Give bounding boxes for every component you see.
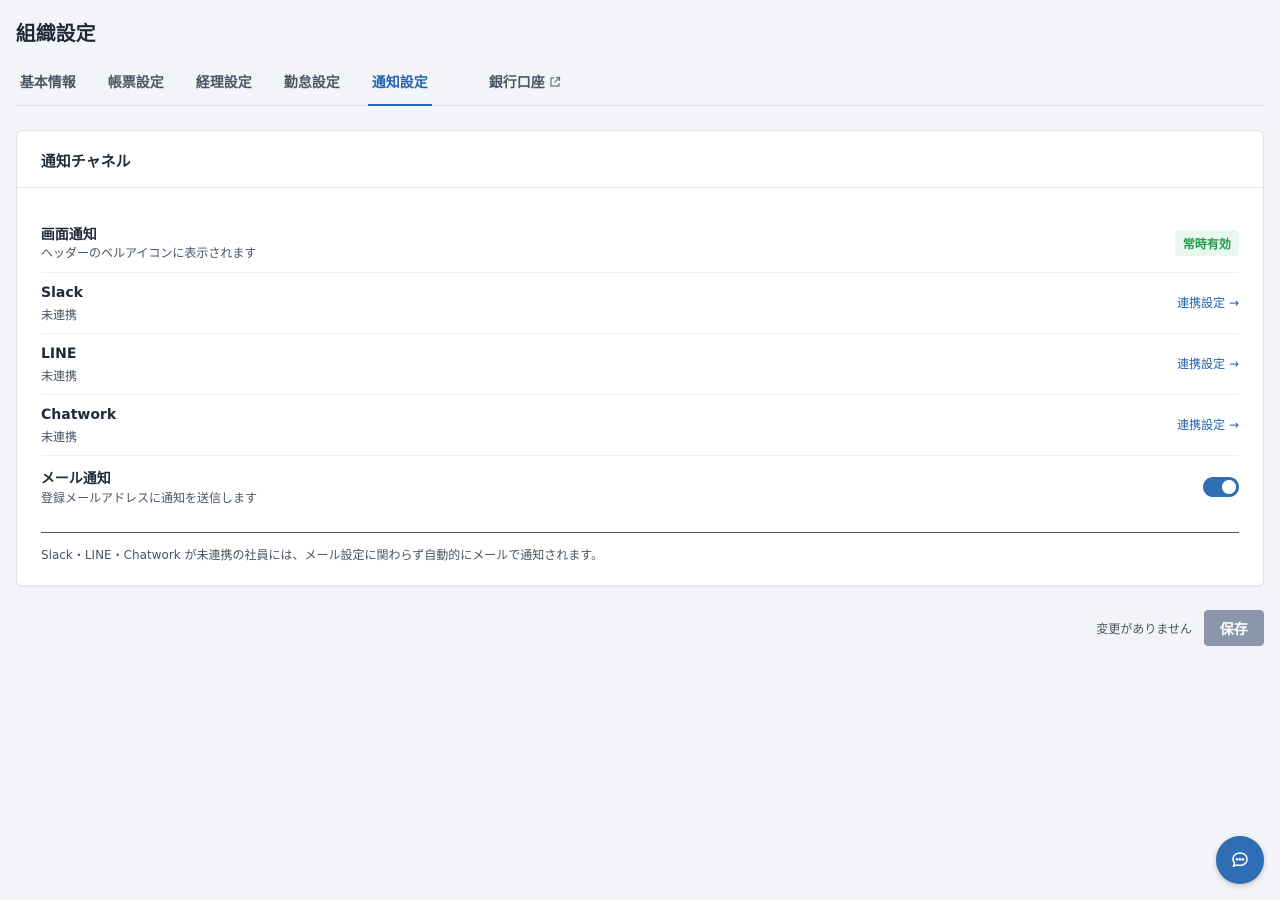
always-enabled-badge: 常時有効 bbox=[1174, 230, 1239, 256]
channel-name: LINE bbox=[41, 346, 77, 362]
channel-row-line: LINE 未連携 連携設定 → bbox=[41, 334, 1239, 395]
channel-name: Chatwork bbox=[41, 407, 117, 423]
channel-list: 画面通知 ヘッダーのベルアイコンに表示されます 常時有効 Slack 未連携 連… bbox=[41, 213, 1239, 517]
channel-row-screen: 画面通知 ヘッダーのベルアイコンに表示されます 常時有効 bbox=[41, 213, 1239, 273]
card-title: 通知チャネル bbox=[41, 152, 131, 170]
channel-desc: 未連携 bbox=[41, 369, 78, 383]
tab-bank-account-label: 銀行口座 bbox=[489, 75, 545, 91]
tab-notifications[interactable]: 通知設定 bbox=[368, 63, 432, 106]
fallback-note: Slack・LINE・Chatwork が未連携の社員には、メール設定に関わらず… bbox=[41, 548, 604, 562]
channel-desc: ヘッダーのベルアイコンに表示されます bbox=[41, 246, 257, 260]
settings-tabs: 基本情報 帳票設定 経理設定 勤怠設定 通知設定 銀行口座 bbox=[16, 63, 1264, 106]
channel-desc: 未連携 bbox=[41, 430, 78, 444]
external-link-icon bbox=[549, 76, 561, 92]
chat-button[interactable] bbox=[1216, 836, 1264, 884]
save-status-text: 変更がありません bbox=[1096, 622, 1192, 636]
channel-name: 画面通知 bbox=[41, 227, 97, 243]
tab-forms[interactable]: 帳票設定 bbox=[104, 63, 168, 106]
email-notification-toggle[interactable] bbox=[1203, 477, 1239, 497]
channel-name: メール通知 bbox=[41, 471, 111, 487]
card-header: 通知チャネル bbox=[17, 131, 1263, 188]
tab-attendance[interactable]: 勤怠設定 bbox=[280, 63, 344, 106]
notification-channels-card: 通知チャネル 画面通知 ヘッダーのベルアイコンに表示されます 常時有効 Slac… bbox=[16, 130, 1264, 586]
channel-row-slack: Slack 未連携 連携設定 → bbox=[41, 273, 1239, 334]
save-button[interactable]: 保存 bbox=[1204, 610, 1264, 646]
toggle-knob bbox=[1222, 480, 1236, 494]
channel-desc: 未連携 bbox=[41, 308, 78, 322]
slack-connect-link[interactable]: 連携設定 → bbox=[1177, 294, 1239, 311]
page-title: 組織設定 bbox=[16, 21, 96, 45]
tab-bank-account[interactable]: 銀行口座 bbox=[485, 63, 565, 106]
channel-desc: 登録メールアドレスに通知を送信します bbox=[41, 491, 258, 505]
channel-name: Slack bbox=[41, 285, 83, 301]
tab-basic-info[interactable]: 基本情報 bbox=[16, 63, 80, 106]
chatwork-connect-link[interactable]: 連携設定 → bbox=[1177, 416, 1239, 433]
divider bbox=[41, 532, 1239, 533]
line-connect-link[interactable]: 連携設定 → bbox=[1177, 355, 1239, 372]
tab-accounting[interactable]: 経理設定 bbox=[192, 63, 256, 106]
channel-row-email: メール通知 登録メールアドレスに通知を送信します bbox=[41, 456, 1239, 517]
channel-row-chatwork: Chatwork 未連携 連携設定 → bbox=[41, 395, 1239, 456]
